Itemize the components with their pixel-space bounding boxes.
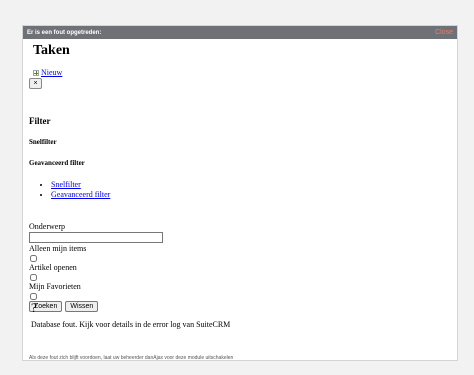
filter-form: Onderwerp Alleen mijn items Artikel open…	[29, 222, 163, 312]
tab-item: Geavanceerd filter	[51, 190, 110, 200]
dialog-title: Er is een fout opgetreden:	[27, 29, 102, 36]
only-mine-checkbox[interactable]	[30, 255, 37, 262]
help-icon: ?	[31, 300, 37, 315]
dismiss-button[interactable]: ×	[29, 78, 42, 89]
new-task-link[interactable]: Nieuw	[41, 68, 62, 77]
open-item-checkbox[interactable]	[30, 274, 37, 281]
subject-input[interactable]	[29, 232, 163, 243]
only-mine-label: Alleen mijn items	[29, 244, 87, 253]
quick-filter-heading: Snelfilter	[29, 138, 57, 146]
error-dialog: Er is een fout opgetreden: Close Taken N…	[22, 25, 458, 361]
dialog-titlebar: Er is een fout opgetreden: Close	[23, 26, 457, 39]
advanced-filter-heading: Geavanceerd filter	[29, 159, 85, 167]
favorites-checkbox[interactable]	[30, 293, 37, 300]
filter-heading: Filter	[29, 116, 51, 126]
clear-button[interactable]: Wissen	[65, 301, 99, 312]
page-title: Taken	[33, 43, 70, 58]
tab-item: Snelfilter	[51, 180, 110, 190]
tab-advanced-filter[interactable]: Geavanceerd filter	[51, 190, 110, 199]
plus-icon[interactable]	[33, 69, 39, 76]
error-message: Database fout. Kijk voor details in de e…	[31, 320, 231, 329]
favorites-label: Mijn Favorieten	[29, 282, 81, 291]
open-item-label: Artikel openen	[29, 263, 77, 272]
subject-label: Onderwerp	[29, 222, 65, 231]
filter-tabs: Snelfilter Geavanceerd filter	[29, 180, 110, 200]
tab-quick-filter[interactable]: Snelfilter	[51, 180, 81, 189]
close-button[interactable]: Close	[435, 29, 453, 36]
dialog-content: Taken Nieuw × Filter Snelfilter Geavance…	[29, 39, 451, 361]
footer-note: Als deze fout zich blijft voordoen, laat…	[29, 355, 234, 361]
new-task-row: Nieuw	[33, 68, 62, 77]
form-buttons: Zoeken Wissen	[29, 301, 163, 312]
